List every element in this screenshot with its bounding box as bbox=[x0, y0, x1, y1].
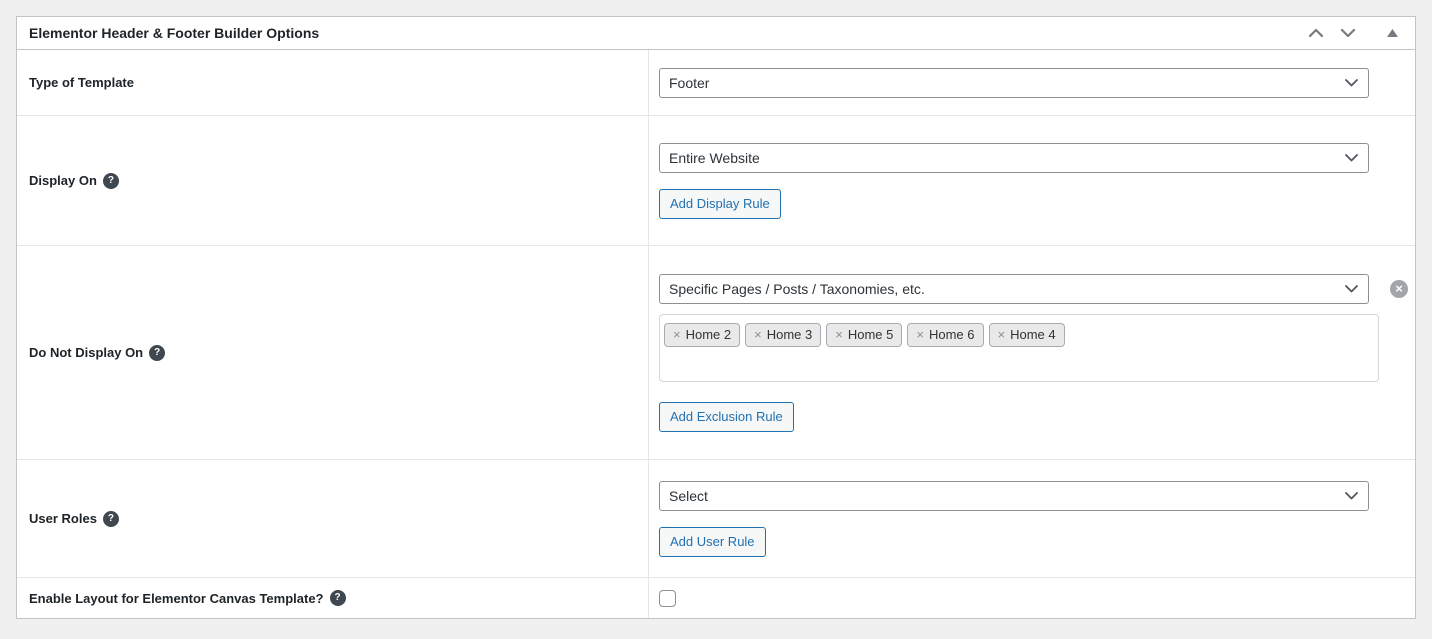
tag-label: Home 5 bbox=[848, 327, 894, 342]
add-exclusion-rule-button[interactable]: Add Exclusion Rule bbox=[659, 402, 794, 432]
do-not-display-on-field-cell: Specific Pages / Posts / Taxonomies, etc… bbox=[649, 246, 1415, 459]
canvas-template-field-cell bbox=[649, 578, 1415, 618]
excluded-page-tag: × Home 2 bbox=[664, 323, 740, 347]
user-roles-field-cell: Select Add User Rule bbox=[649, 460, 1415, 577]
user-roles-select-value: Select bbox=[669, 488, 708, 504]
display-on-select[interactable]: Entire Website bbox=[659, 143, 1369, 173]
excluded-page-tag: × Home 5 bbox=[826, 323, 902, 347]
remove-rule-icon[interactable]: × bbox=[1390, 280, 1408, 298]
metabox-controls bbox=[1305, 22, 1403, 44]
help-icon[interactable]: ? bbox=[330, 590, 346, 606]
canvas-template-checkbox[interactable] bbox=[659, 590, 676, 607]
excluded-page-tag: × Home 4 bbox=[989, 323, 1065, 347]
chevron-down-icon bbox=[1345, 79, 1358, 87]
exclusion-select-wrap: Specific Pages / Posts / Taxonomies, etc… bbox=[659, 274, 1415, 304]
row-canvas-template: Enable Layout for Elementor Canvas Templ… bbox=[17, 578, 1415, 618]
type-of-template-label: Type of Template bbox=[29, 75, 134, 90]
remove-tag-icon[interactable]: × bbox=[916, 327, 924, 342]
tag-label: Home 3 bbox=[767, 327, 813, 342]
display-on-field-cell: Entire Website Add Display Rule bbox=[649, 116, 1415, 245]
tag-label: Home 4 bbox=[1010, 327, 1056, 342]
row-user-roles: User Roles ? Select Add User Rule bbox=[17, 460, 1415, 578]
help-icon[interactable]: ? bbox=[149, 345, 165, 361]
do-not-display-on-select-value: Specific Pages / Posts / Taxonomies, etc… bbox=[669, 281, 925, 297]
excluded-page-tag: × Home 6 bbox=[907, 323, 983, 347]
move-up-icon[interactable] bbox=[1305, 22, 1327, 44]
type-of-template-select-value: Footer bbox=[669, 75, 709, 91]
help-icon[interactable]: ? bbox=[103, 511, 119, 527]
chevron-down-icon bbox=[1345, 154, 1358, 162]
elementor-hf-options-metabox: Elementor Header & Footer Builder Option… bbox=[16, 16, 1416, 619]
display-on-label-cell: Display On ? bbox=[17, 116, 649, 245]
remove-tag-icon[interactable]: × bbox=[754, 327, 762, 342]
tag-label: Home 2 bbox=[686, 327, 732, 342]
canvas-template-label-cell: Enable Layout for Elementor Canvas Templ… bbox=[17, 578, 649, 618]
row-display-on: Display On ? Entire Website Add Display … bbox=[17, 116, 1415, 246]
excluded-page-tag: × Home 3 bbox=[745, 323, 821, 347]
remove-tag-icon[interactable]: × bbox=[835, 327, 843, 342]
canvas-template-label: Enable Layout for Elementor Canvas Templ… bbox=[29, 591, 324, 606]
tag-label: Home 6 bbox=[929, 327, 975, 342]
type-of-template-label-cell: Type of Template bbox=[17, 50, 649, 115]
remove-tag-icon[interactable]: × bbox=[673, 327, 681, 342]
user-roles-label: User Roles bbox=[29, 511, 97, 526]
chevron-down-icon bbox=[1345, 285, 1358, 293]
do-not-display-on-select[interactable]: Specific Pages / Posts / Taxonomies, etc… bbox=[659, 274, 1369, 304]
excluded-pages-multiselect[interactable]: × Home 2 × Home 3 × Home 5 × Home 6 × Home 4 bbox=[659, 314, 1379, 382]
row-type-of-template: Type of Template Footer bbox=[17, 50, 1415, 116]
metabox-title: Elementor Header & Footer Builder Option… bbox=[29, 25, 319, 41]
do-not-display-on-label-cell: Do Not Display On ? bbox=[17, 246, 649, 459]
chevron-down-icon bbox=[1345, 492, 1358, 500]
collapse-toggle-icon[interactable] bbox=[1381, 22, 1403, 44]
row-do-not-display-on: Do Not Display On ? Specific Pages / Pos… bbox=[17, 246, 1415, 460]
move-down-icon[interactable] bbox=[1337, 22, 1359, 44]
user-roles-select[interactable]: Select bbox=[659, 481, 1369, 511]
type-of-template-field-cell: Footer bbox=[649, 50, 1415, 115]
display-on-label: Display On bbox=[29, 173, 97, 188]
add-user-rule-button[interactable]: Add User Rule bbox=[659, 527, 766, 557]
do-not-display-on-label: Do Not Display On bbox=[29, 345, 143, 360]
type-of-template-select[interactable]: Footer bbox=[659, 68, 1369, 98]
help-icon[interactable]: ? bbox=[103, 173, 119, 189]
metabox-header: Elementor Header & Footer Builder Option… bbox=[17, 17, 1415, 50]
display-on-select-value: Entire Website bbox=[669, 150, 760, 166]
remove-tag-icon[interactable]: × bbox=[998, 327, 1006, 342]
add-display-rule-button[interactable]: Add Display Rule bbox=[659, 189, 781, 219]
user-roles-label-cell: User Roles ? bbox=[17, 460, 649, 577]
